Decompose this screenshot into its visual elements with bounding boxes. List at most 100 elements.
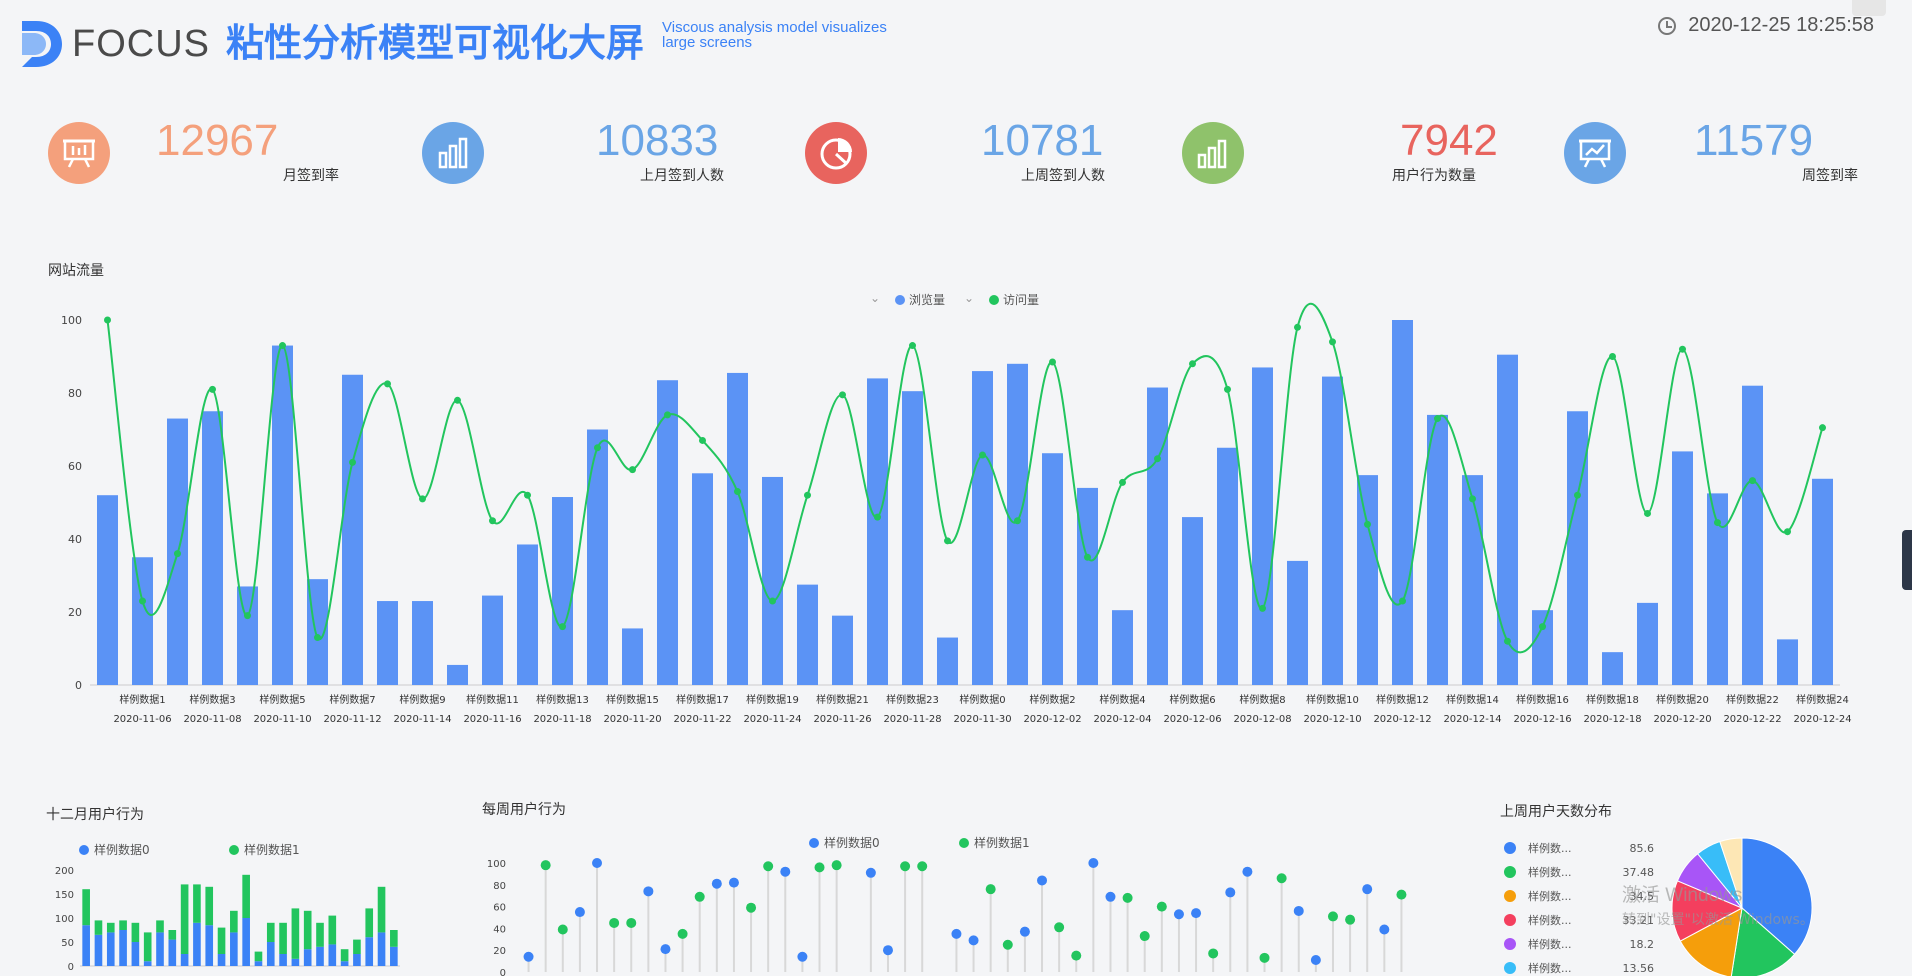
dec-bar-series0 — [143, 961, 152, 966]
kpi-value: 10833 — [596, 116, 719, 165]
legend-label: 样例数... — [1528, 841, 1572, 855]
traffic-point — [1434, 415, 1441, 423]
traffic-bar — [482, 595, 503, 685]
dec-bar-series1 — [353, 939, 361, 954]
traffic-bar — [1217, 447, 1238, 685]
y-tick-label: 40 — [68, 533, 82, 546]
legend-label: 样例数据0 — [94, 842, 150, 857]
traffic-point — [209, 385, 216, 393]
traffic-bar — [272, 345, 293, 685]
dec-bar-series1 — [328, 915, 337, 945]
lollipop-dot — [1362, 884, 1373, 895]
lollipop-dot — [1002, 939, 1013, 950]
x-category-label: 样例数据22 — [1726, 693, 1779, 706]
x-date-label: 2020-11-26 — [813, 714, 871, 725]
logo: FOCUS — [20, 18, 220, 70]
traffic-point — [244, 612, 251, 620]
traffic-point — [804, 491, 811, 499]
x-category-label: 样例数据9 — [399, 693, 445, 706]
kpi-label: 周签到率 — [1802, 168, 1858, 184]
x-category-label: 样例数据10 — [1306, 693, 1359, 706]
dec-behavior-title: 十二月用户行为 — [46, 807, 144, 823]
traffic-point — [1539, 623, 1546, 631]
traffic-bar — [1742, 385, 1763, 685]
x-category-label: 样例数据15 — [606, 693, 659, 706]
collapse-tab[interactable] — [1852, 0, 1886, 16]
dec-bar-series0 — [119, 930, 127, 966]
traffic-bar — [1672, 451, 1693, 685]
lollipop-dot — [540, 860, 551, 871]
traffic-point — [1119, 478, 1126, 486]
x-date-label: 2020-11-14 — [393, 714, 451, 725]
dec-bar-series1 — [377, 886, 386, 933]
dec-bar-series1 — [143, 932, 152, 962]
presentation-board-icon — [48, 122, 110, 184]
x-date-label: 2020-11-30 — [953, 714, 1011, 725]
header: FOCUS 粘性分析模型可视化大屏 Viscous analysis model… — [0, 0, 1912, 70]
dec-bar-series0 — [217, 954, 226, 966]
y-tick-label: 60 — [68, 460, 82, 473]
x-date-label: 2020-12-20 — [1653, 714, 1711, 725]
traffic-bar — [972, 371, 993, 685]
focus-logo-icon — [22, 21, 62, 67]
dec-bar-series0 — [242, 918, 250, 966]
traffic-bar — [1462, 475, 1483, 685]
dec-bar-series0 — [316, 946, 324, 966]
scroll-handle[interactable] — [1902, 530, 1912, 590]
x-category-label: 样例数据19 — [746, 693, 799, 706]
traffic-point — [769, 597, 776, 605]
legend-toggle-icon: ⌄ — [964, 291, 974, 305]
dec-bar-series1 — [266, 922, 275, 942]
traffic-point — [1154, 455, 1161, 463]
x-date-label: 2020-12-02 — [1023, 714, 1081, 725]
x-date-label: 2020-12-24 — [1793, 714, 1851, 725]
x-category-label: 样例数据8 — [1239, 693, 1285, 706]
traffic-point — [1609, 353, 1616, 360]
legend-marker — [1504, 890, 1516, 902]
legend-marker — [959, 838, 969, 848]
y-tick-label: 100 — [55, 914, 74, 925]
traffic-point — [1679, 345, 1686, 353]
traffic-bar — [377, 601, 398, 685]
dec-bar-series1 — [316, 922, 324, 947]
dec-bar-series0 — [131, 942, 140, 966]
dec-bar-series1 — [217, 927, 226, 954]
legend-label: 样例数... — [1528, 937, 1572, 951]
traffic-bar — [587, 429, 608, 685]
dec-behavior-chart: 样例数据0 样例数据1 0 50 100 150 200 — [55, 842, 400, 973]
dec-bar-series1 — [82, 889, 90, 926]
traffic-bar — [1427, 414, 1448, 685]
traffic-point — [1189, 360, 1196, 368]
dec-bar-series1 — [254, 951, 263, 962]
x-category-label: 样例数据24 — [1796, 693, 1849, 706]
watermark-line1: 激活 Windows — [1622, 885, 1743, 906]
dec-bar-series0 — [291, 958, 300, 966]
lollipop-dot — [951, 928, 962, 939]
legend-toggle-icon: ⌄ — [870, 291, 880, 305]
y-tick-label: 50 — [61, 938, 74, 949]
lollipop-dot — [592, 858, 603, 868]
dec-bar-series1 — [230, 910, 238, 933]
dec-bar-series0 — [365, 937, 374, 966]
dec-bar-series1 — [156, 920, 164, 933]
traffic-bar — [1497, 354, 1518, 685]
legend-marker — [1504, 842, 1516, 854]
lollipop-dot — [1071, 950, 1082, 961]
traffic-bar — [1007, 363, 1028, 685]
legend-label: 样例数据0 — [824, 835, 880, 850]
traffic-bar — [1532, 610, 1553, 685]
lollipop-dot — [1105, 891, 1116, 902]
lollipop-dot — [643, 886, 654, 897]
kpi-label: 用户行为数量 — [1392, 168, 1476, 184]
traffic-point — [734, 488, 741, 496]
weekly-behavior-title: 每周用户行为 — [482, 802, 566, 818]
lollipop-dot — [1208, 948, 1219, 959]
traffic-bar — [867, 378, 888, 685]
traffic-point — [489, 517, 496, 525]
page-subtitle: Viscous analysis model visualizes large … — [662, 19, 887, 51]
traffic-bar — [517, 544, 538, 685]
dec-bar-series0 — [94, 934, 103, 966]
dec-bar-series0 — [168, 939, 177, 966]
legend-label: 样例数据1 — [974, 835, 1030, 850]
kpi-row: 12967 月签到率 10833 上月签到人数 10781 上周签到人数 794… — [0, 110, 1912, 200]
